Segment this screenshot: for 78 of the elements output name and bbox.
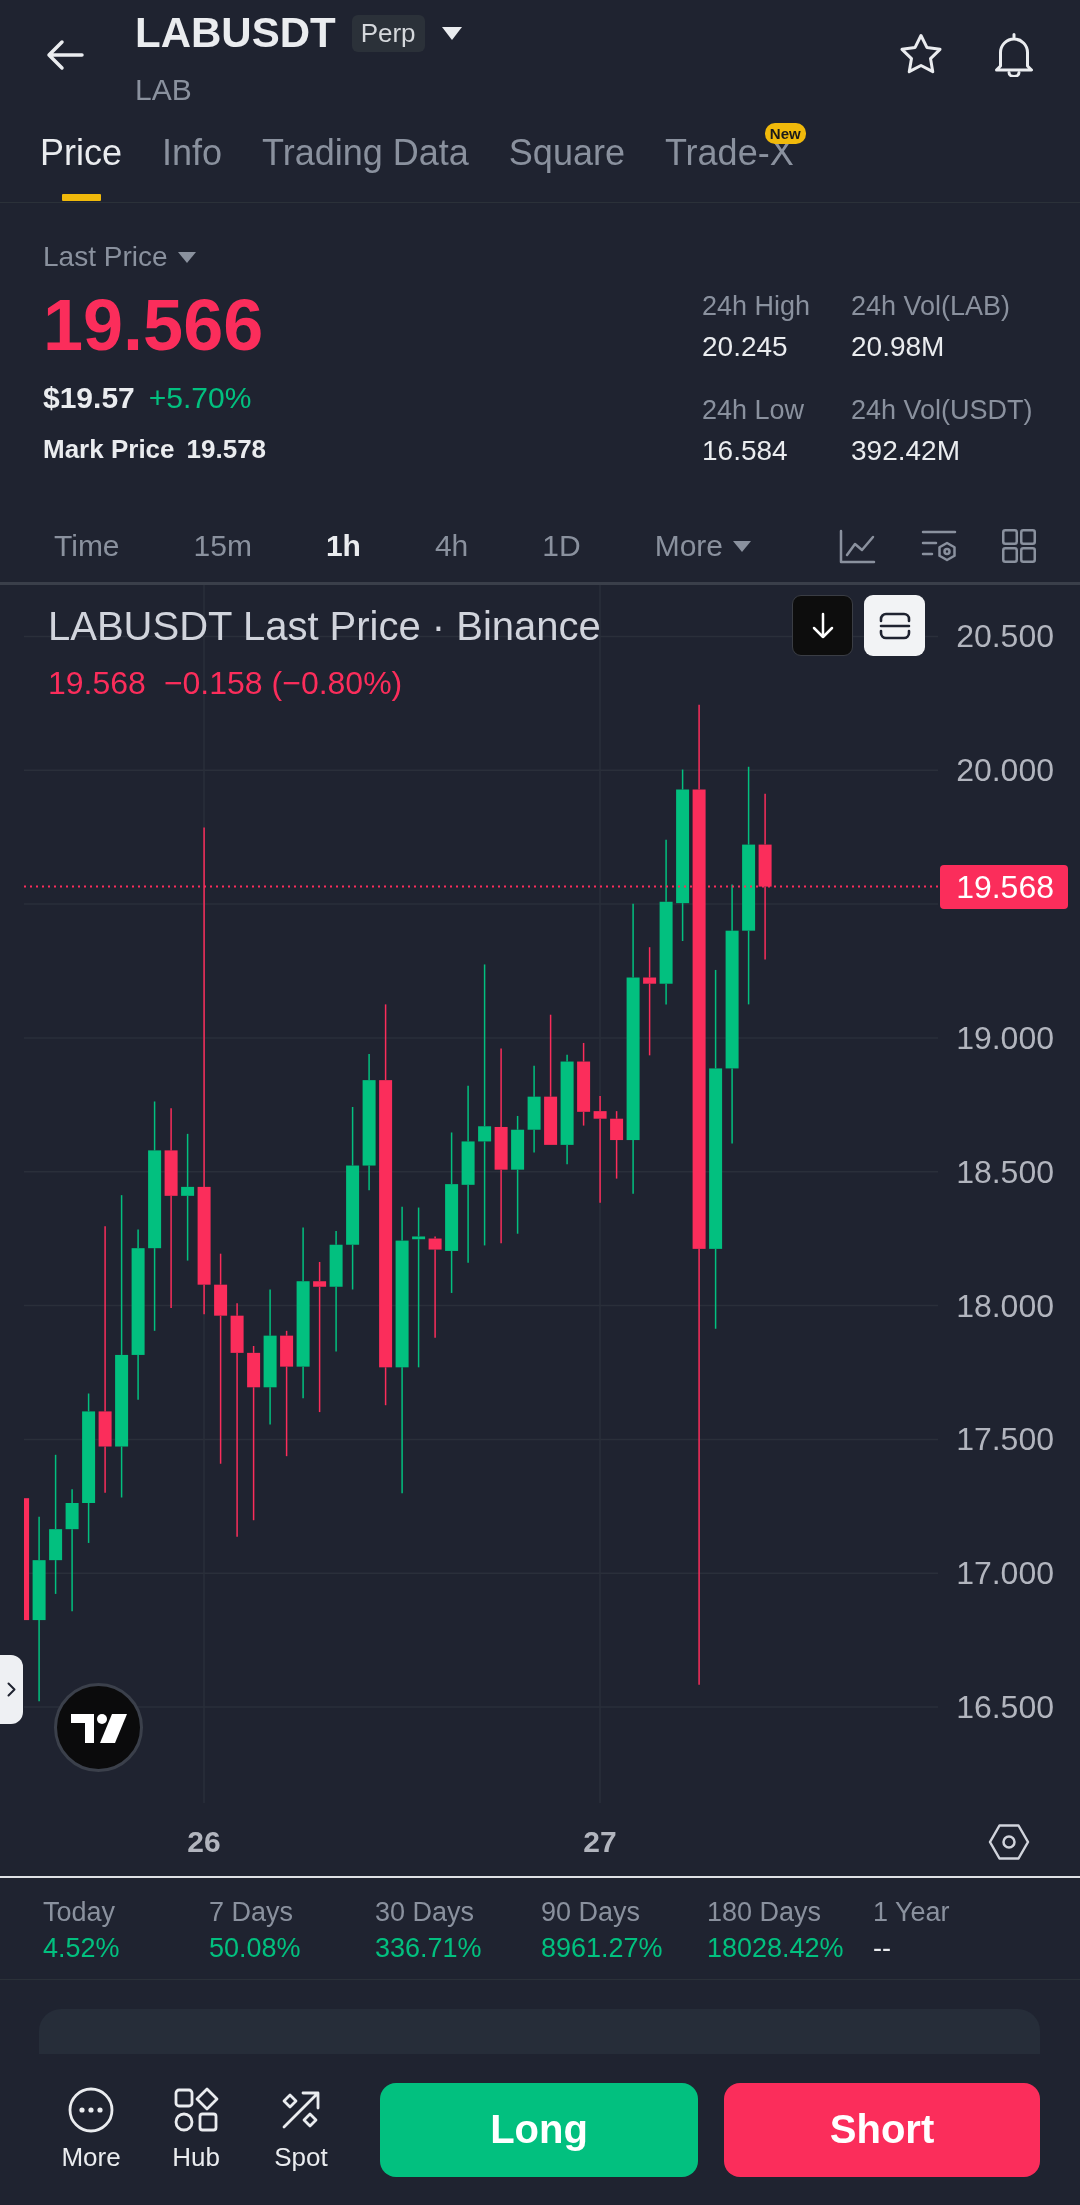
more-icon bbox=[68, 2086, 114, 2133]
stat-value: 16.584 bbox=[702, 434, 788, 468]
chart-last-price: 19.568 bbox=[48, 664, 146, 702]
line-chart-icon[interactable] bbox=[839, 528, 876, 564]
logo-icon bbox=[54, 1683, 143, 1772]
back-icon[interactable] bbox=[45, 39, 85, 71]
scroll-down-button[interactable] bbox=[792, 595, 853, 656]
tab[interactable]: Price bbox=[40, 118, 123, 202]
axis-label: 19.000 bbox=[956, 1019, 1054, 1056]
axis-label: 20.500 bbox=[956, 618, 1054, 655]
interval-tab[interactable]: 1h bbox=[325, 528, 361, 564]
fullscreen-icon bbox=[878, 611, 911, 640]
period-label: 7 Days bbox=[209, 1896, 294, 1928]
stat-label: 24h Low bbox=[702, 394, 805, 426]
axis-label: 20.000 bbox=[956, 752, 1054, 789]
shapes-icon bbox=[173, 2086, 219, 2133]
period-label: Today bbox=[43, 1896, 116, 1928]
fullscreen-button[interactable] bbox=[864, 595, 925, 656]
axis-label: 16.500 bbox=[956, 1689, 1054, 1726]
axis-label: 17.000 bbox=[956, 1555, 1054, 1592]
tab[interactable]: Trading Data bbox=[262, 118, 469, 202]
caret-icon bbox=[177, 251, 196, 263]
mark-price-label: Mark Price bbox=[43, 433, 175, 465]
axis-label: 27 bbox=[583, 1825, 617, 1858]
grid-icon[interactable] bbox=[1002, 529, 1036, 563]
price-change: +5.70% bbox=[148, 380, 252, 416]
settings-icon[interactable] bbox=[988, 1824, 1030, 1860]
indicator-settings-icon[interactable] bbox=[921, 528, 957, 564]
return-value: 50.08% bbox=[209, 1932, 301, 1965]
period-label: 1 Year bbox=[873, 1896, 950, 1928]
falling-candle bbox=[610, 1110, 624, 1180]
period-label: 180 Days bbox=[707, 1896, 822, 1928]
new-badge: New bbox=[764, 123, 806, 144]
arrow-down-icon bbox=[810, 611, 835, 640]
return-value: 4.52% bbox=[43, 1932, 120, 1965]
tab[interactable]: Square bbox=[508, 118, 625, 202]
nav-button[interactable]: Spot bbox=[256, 2086, 346, 2173]
interval-tab[interactable]: Time bbox=[54, 528, 120, 564]
usd-price: $19.57 bbox=[43, 380, 135, 416]
symbol-title: LABUSDT bbox=[135, 8, 336, 58]
side-panel-handle[interactable] bbox=[0, 1655, 23, 1724]
short-button[interactable]: Short bbox=[724, 2082, 1040, 2177]
price-type-dropdown[interactable]: Last Price bbox=[43, 240, 196, 274]
tab-indicator bbox=[62, 194, 101, 201]
axis-label: 26 bbox=[187, 1825, 221, 1858]
interval-tab[interactable]: 1D bbox=[542, 528, 581, 564]
period-label: 30 Days bbox=[375, 1896, 475, 1928]
chevron-icon bbox=[7, 1682, 16, 1697]
nav-button[interactable]: Hub bbox=[151, 2086, 241, 2173]
stat-value: 20.98M bbox=[851, 330, 945, 364]
period-label: 90 Days bbox=[541, 1896, 641, 1928]
return-value: -- bbox=[873, 1932, 891, 1965]
price-tag: 19.568 bbox=[940, 865, 1068, 909]
caret-icon[interactable] bbox=[441, 26, 462, 40]
base-asset-label: LAB bbox=[135, 72, 192, 108]
return-value: 336.71% bbox=[375, 1932, 482, 1965]
stat-label: 24h High bbox=[702, 290, 811, 322]
chart-title: LABUSDT Last Price · Binance bbox=[48, 605, 601, 647]
bell-icon[interactable] bbox=[992, 31, 1036, 77]
interval-tab[interactable]: 15m bbox=[193, 528, 252, 564]
contract-badge: Perp bbox=[351, 14, 425, 52]
stat-label: 24h Vol(LAB) bbox=[851, 290, 1011, 322]
return-value: 8961.27% bbox=[541, 1932, 663, 1965]
last-price: 19.566 bbox=[43, 285, 264, 365]
axis-label: 18.500 bbox=[956, 1153, 1054, 1190]
return-value: 18028.42% bbox=[707, 1932, 844, 1965]
axis-label: 18.000 bbox=[956, 1287, 1054, 1324]
stat-label: 24h Vol(USDT) bbox=[851, 394, 1033, 426]
tab[interactable]: Info bbox=[162, 118, 223, 202]
mark-price-value: 19.578 bbox=[186, 433, 267, 465]
stat-value: 392.42M bbox=[851, 434, 960, 468]
interval-tab[interactable]: More bbox=[654, 528, 752, 564]
axis-label: 17.500 bbox=[956, 1421, 1054, 1458]
nav-button[interactable]: More bbox=[46, 2086, 136, 2173]
interval-tab[interactable]: 4h bbox=[434, 528, 469, 564]
caret-icon bbox=[733, 540, 752, 552]
stat-value: 20.245 bbox=[702, 330, 788, 364]
chart-change: −0.158 (−0.80%) bbox=[163, 664, 403, 702]
